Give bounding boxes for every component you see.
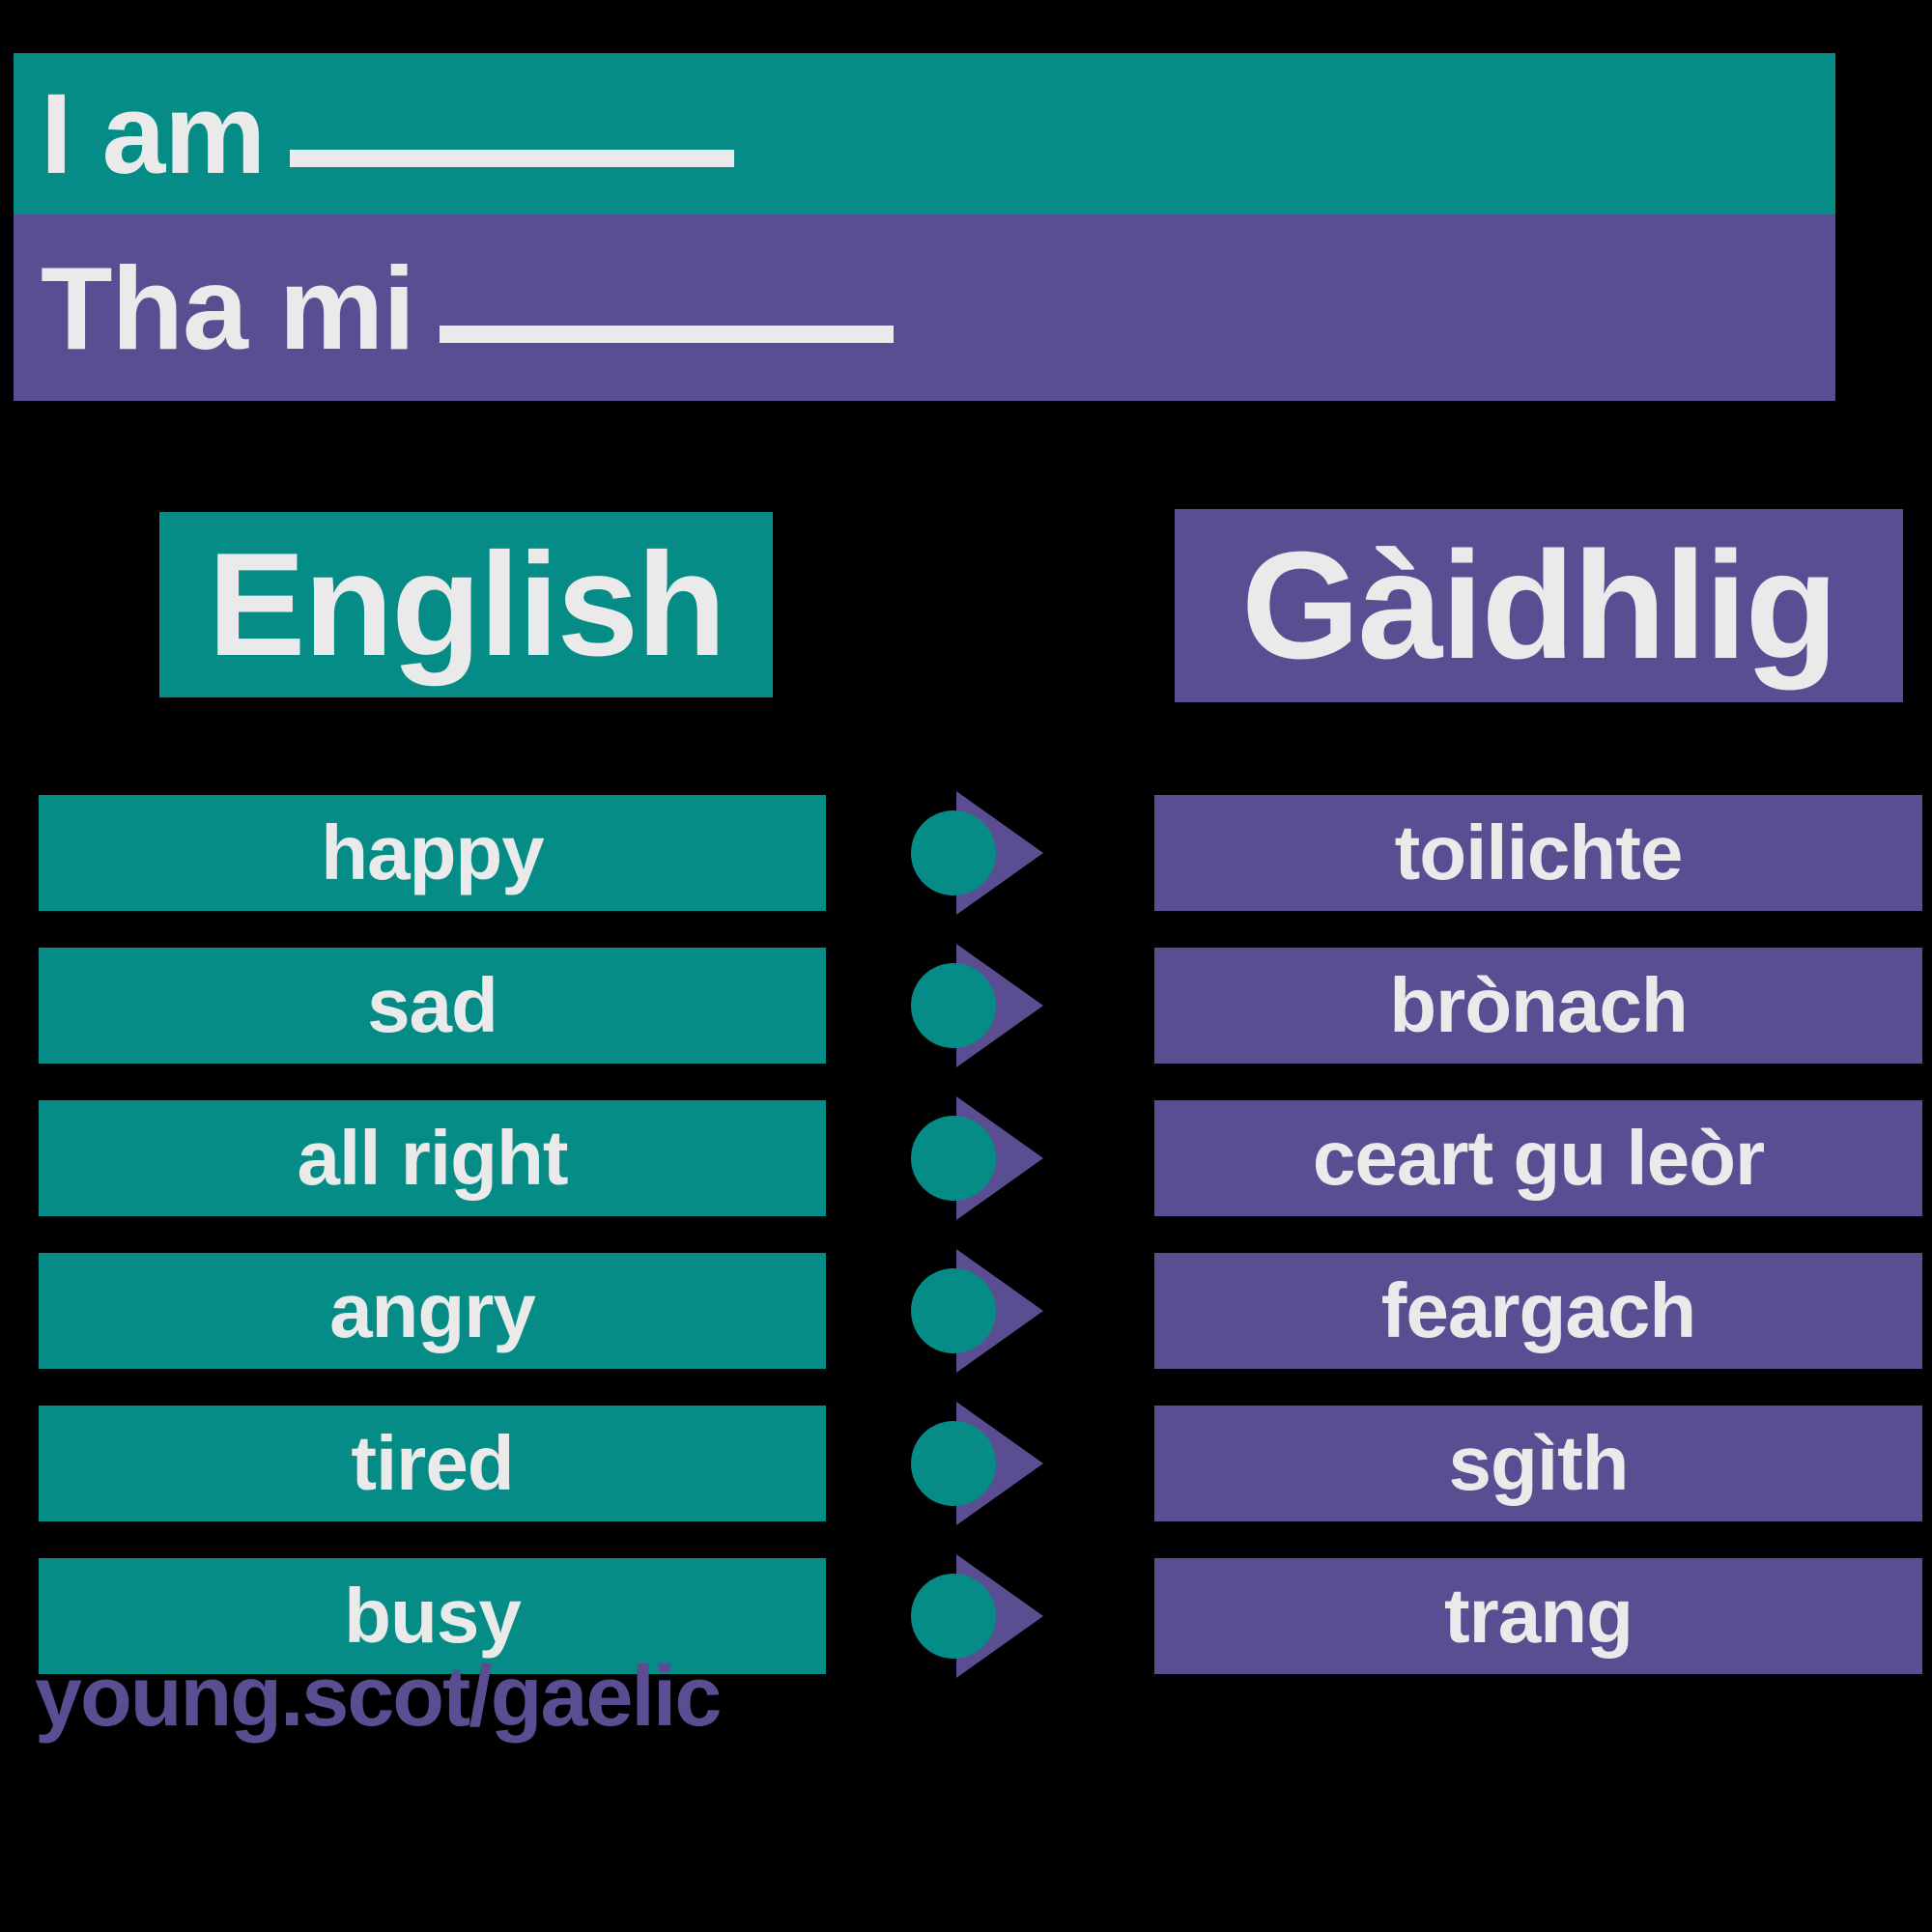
gaelic-word-label: brònach	[1389, 962, 1689, 1048]
english-word-bar: tired	[39, 1406, 826, 1521]
gaelic-blank-line	[440, 325, 895, 343]
arrow-connector	[903, 1402, 1058, 1525]
gaelic-word-bar: feargach	[1154, 1253, 1922, 1369]
gaelic-word-label: trang	[1444, 1573, 1634, 1659]
table-row: tired sgìth	[0, 1402, 1932, 1525]
english-word-label: tired	[351, 1420, 514, 1506]
circle-dot-icon	[911, 1268, 996, 1353]
circle-dot-icon	[911, 1421, 996, 1506]
table-row: angry feargach	[0, 1249, 1932, 1373]
column-header-gaidhlig-label: Gàidhlig	[1241, 521, 1838, 691]
english-phrase-label: I am	[41, 70, 266, 198]
table-row: happy toilichte	[0, 791, 1932, 915]
english-word-label: angry	[329, 1267, 536, 1353]
column-header-gaidhlig: Gàidhlig	[1175, 509, 1903, 702]
english-word-bar: all right	[39, 1100, 826, 1216]
gaelic-word-bar: brònach	[1154, 948, 1922, 1064]
gaelic-phrase-banner: Tha mi	[14, 214, 1835, 401]
circle-dot-icon	[911, 810, 996, 895]
gaelic-word-label: sgìth	[1448, 1420, 1629, 1506]
gaelic-word-bar: sgìth	[1154, 1406, 1922, 1521]
arrow-connector	[903, 791, 1058, 915]
column-header-english: English	[159, 512, 773, 697]
english-word-bar: happy	[39, 795, 826, 911]
english-word-label: all right	[297, 1115, 569, 1201]
gaelic-word-bar: ceart gu leòr	[1154, 1100, 1922, 1216]
english-word-label: busy	[344, 1573, 522, 1659]
gaelic-word-label: feargach	[1380, 1267, 1696, 1353]
arrow-connector	[903, 1554, 1058, 1678]
english-word-label: happy	[321, 810, 545, 895]
table-row: sad brònach	[0, 944, 1932, 1067]
english-word-bar: angry	[39, 1253, 826, 1369]
circle-dot-icon	[911, 1574, 996, 1659]
footer-url[interactable]: young.scot/gaelic	[35, 1654, 722, 1739]
circle-dot-icon	[911, 963, 996, 1048]
english-word-label: sad	[367, 962, 498, 1048]
gaelic-word-label: toilichte	[1394, 810, 1684, 895]
circle-dot-icon	[911, 1116, 996, 1201]
english-word-bar: sad	[39, 948, 826, 1064]
column-header-english-label: English	[208, 523, 726, 687]
english-phrase-banner: I am	[14, 53, 1835, 214]
english-blank-line	[290, 149, 735, 167]
gaelic-word-bar: trang	[1154, 1558, 1922, 1674]
gaelic-word-bar: toilichte	[1154, 795, 1922, 911]
table-row: all right ceart gu leòr	[0, 1096, 1932, 1220]
gaelic-phrase-text: Tha mi	[41, 242, 895, 374]
arrow-connector	[903, 944, 1058, 1067]
arrow-connector	[903, 1249, 1058, 1373]
arrow-connector	[903, 1096, 1058, 1220]
poster-canvas: I am Tha mi English Gàidhlig happy toili…	[0, 0, 1932, 1932]
english-phrase-text: I am	[41, 70, 735, 198]
vocabulary-list: happy toilichte sad brònach all right ce…	[0, 791, 1932, 1711]
gaelic-phrase-label: Tha mi	[41, 242, 415, 374]
gaelic-word-label: ceart gu leòr	[1312, 1115, 1765, 1201]
